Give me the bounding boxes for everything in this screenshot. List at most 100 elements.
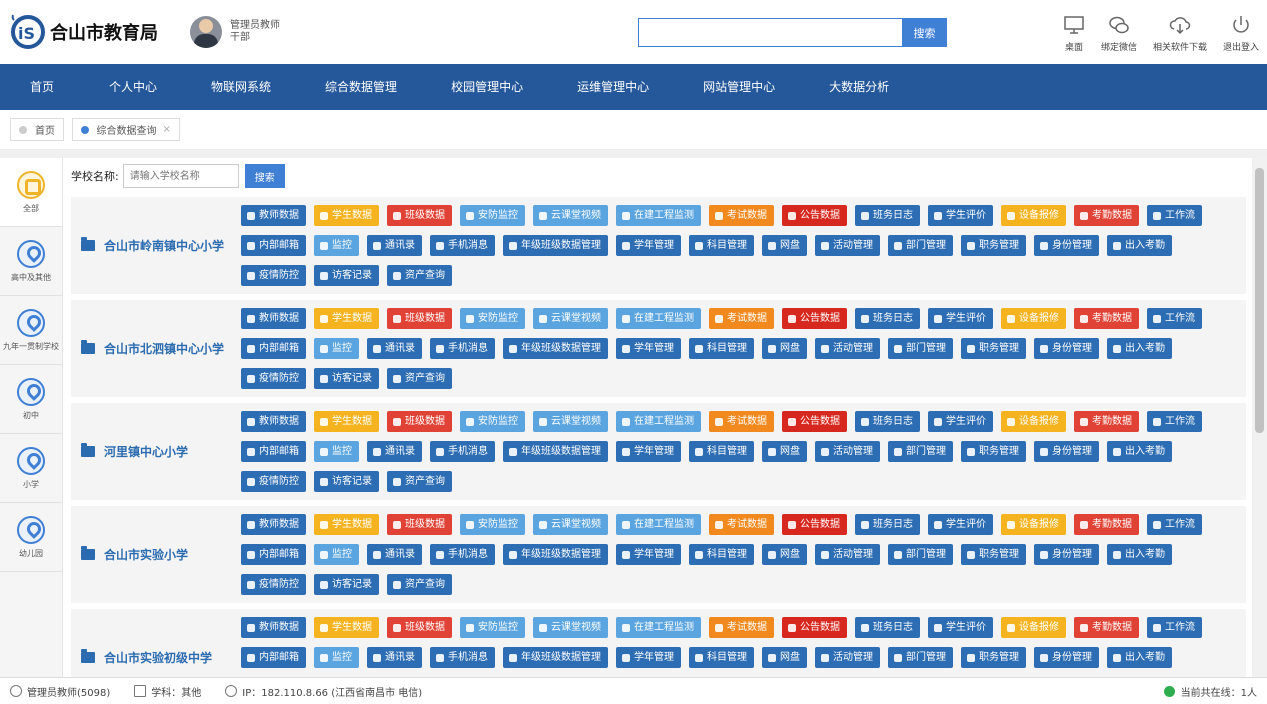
school-name[interactable]: 河里镇中心小学 xyxy=(81,403,188,500)
student-button[interactable]: 学生数据 xyxy=(314,514,379,535)
subject-button[interactable]: 科目管理 xyxy=(689,338,754,359)
asset-button[interactable]: 资产查询 xyxy=(387,574,452,595)
scrollbar-thumb[interactable] xyxy=(1255,168,1264,433)
evaluate-button[interactable]: 学生评价 xyxy=(928,205,993,226)
repair-button[interactable]: 设备报修 xyxy=(1001,514,1066,535)
access-button[interactable]: 出入考勤 xyxy=(1107,441,1172,462)
department-button[interactable]: 部门管理 xyxy=(888,647,953,668)
disk-button[interactable]: 网盘 xyxy=(762,544,807,565)
contacts-button[interactable]: 通讯录 xyxy=(367,441,422,462)
notice-button[interactable]: 公告数据 xyxy=(782,308,847,329)
grade-button[interactable]: 年级班级数据管理 xyxy=(503,235,608,256)
asset-button[interactable]: 资产查询 xyxy=(387,471,452,492)
workflow-button[interactable]: 工作流 xyxy=(1147,205,1202,226)
phone-message-button[interactable]: 手机消息 xyxy=(430,544,495,565)
repair-button[interactable]: 设备报修 xyxy=(1001,205,1066,226)
monitor-button[interactable]: 监控 xyxy=(314,544,359,565)
visitor-button[interactable]: 访客记录 xyxy=(314,368,379,389)
phone-message-button[interactable]: 手机消息 xyxy=(430,647,495,668)
security-button[interactable]: 安防监控 xyxy=(460,308,525,329)
scrollbar[interactable] xyxy=(1252,158,1267,677)
log-button[interactable]: 班务日志 xyxy=(855,205,920,226)
student-button[interactable]: 学生数据 xyxy=(314,411,379,432)
position-button[interactable]: 职务管理 xyxy=(961,235,1026,256)
notice-button[interactable]: 公告数据 xyxy=(782,514,847,535)
attendance-button[interactable]: 考勤数据 xyxy=(1074,411,1139,432)
people-button[interactable]: 教师数据 xyxy=(241,308,306,329)
search-button[interactable]: 搜索 xyxy=(902,18,947,47)
subject-button[interactable]: 科目管理 xyxy=(689,647,754,668)
class-button[interactable]: 班级数据 xyxy=(387,514,452,535)
log-button[interactable]: 班务日志 xyxy=(855,617,920,638)
identity-button[interactable]: 身份管理 xyxy=(1034,441,1099,462)
department-button[interactable]: 部门管理 xyxy=(888,441,953,462)
log-button[interactable]: 班务日志 xyxy=(855,411,920,432)
nav-personal-center[interactable]: 个人中心 xyxy=(82,64,184,110)
activity-button[interactable]: 活动管理 xyxy=(815,441,880,462)
cloud-class-button[interactable]: 云课堂视频 xyxy=(533,617,608,638)
security-button[interactable]: 安防监控 xyxy=(460,411,525,432)
security-button[interactable]: 安防监控 xyxy=(460,617,525,638)
identity-button[interactable]: 身份管理 xyxy=(1034,235,1099,256)
school-name[interactable]: 合山市岭南镇中心小学 xyxy=(81,197,224,294)
access-button[interactable]: 出入考勤 xyxy=(1107,544,1172,565)
security-button[interactable]: 安防监控 xyxy=(460,514,525,535)
evaluate-button[interactable]: 学生评价 xyxy=(928,411,993,432)
disk-button[interactable]: 网盘 xyxy=(762,338,807,359)
contacts-button[interactable]: 通讯录 xyxy=(367,544,422,565)
class-button[interactable]: 班级数据 xyxy=(387,617,452,638)
nav-big-data[interactable]: 大数据分析 xyxy=(802,64,916,110)
contacts-button[interactable]: 通讯录 xyxy=(367,647,422,668)
mail-button[interactable]: 内部邮箱 xyxy=(241,441,306,462)
position-button[interactable]: 职务管理 xyxy=(961,647,1026,668)
sidebar-item-nine-year[interactable]: 九年一贯制学校 xyxy=(0,296,62,365)
attendance-button[interactable]: 考勤数据 xyxy=(1074,514,1139,535)
exam-button[interactable]: 考试数据 xyxy=(709,514,774,535)
repair-button[interactable]: 设备报修 xyxy=(1001,308,1066,329)
disk-button[interactable]: 网盘 xyxy=(762,235,807,256)
contacts-button[interactable]: 通讯录 xyxy=(367,235,422,256)
activity-button[interactable]: 活动管理 xyxy=(815,544,880,565)
school-name[interactable]: 合山市实验初级中学 xyxy=(81,609,212,677)
notice-button[interactable]: 公告数据 xyxy=(782,205,847,226)
close-icon[interactable]: × xyxy=(163,124,171,135)
disk-button[interactable]: 网盘 xyxy=(762,441,807,462)
subject-button[interactable]: 科目管理 xyxy=(689,544,754,565)
visitor-button[interactable]: 访客记录 xyxy=(314,265,379,286)
nav-home[interactable]: 首页 xyxy=(0,64,82,110)
sidebar-item-all[interactable]: 全部 xyxy=(0,158,62,227)
phone-message-button[interactable]: 手机消息 xyxy=(430,235,495,256)
bind-wechat-button[interactable]: 绑定微信 xyxy=(1101,14,1137,53)
notice-button[interactable]: 公告数据 xyxy=(782,411,847,432)
construction-button[interactable]: 在建工程监测 xyxy=(616,205,701,226)
sidebar-item-primary-school[interactable]: 小学 xyxy=(0,434,62,503)
contacts-button[interactable]: 通讯录 xyxy=(367,338,422,359)
cloud-class-button[interactable]: 云课堂视频 xyxy=(533,411,608,432)
disk-button[interactable]: 网盘 xyxy=(762,647,807,668)
grade-button[interactable]: 年级班级数据管理 xyxy=(503,647,608,668)
desktop-button[interactable]: 桌面 xyxy=(1063,14,1085,53)
department-button[interactable]: 部门管理 xyxy=(888,544,953,565)
school-name[interactable]: 合山市北泗镇中心小学 xyxy=(81,300,224,397)
monitor-button[interactable]: 监控 xyxy=(314,338,359,359)
student-button[interactable]: 学生数据 xyxy=(314,205,379,226)
grade-button[interactable]: 年级班级数据管理 xyxy=(503,441,608,462)
identity-button[interactable]: 身份管理 xyxy=(1034,544,1099,565)
year-button[interactable]: 学年管理 xyxy=(616,647,681,668)
school-name[interactable]: 合山市实验小学 xyxy=(81,506,188,603)
download-button[interactable]: 相关软件下载 xyxy=(1153,14,1207,53)
epidemic-button[interactable]: 疫情防控 xyxy=(241,574,306,595)
class-button[interactable]: 班级数据 xyxy=(387,205,452,226)
construction-button[interactable]: 在建工程监测 xyxy=(616,308,701,329)
phone-message-button[interactable]: 手机消息 xyxy=(430,441,495,462)
asset-button[interactable]: 资产查询 xyxy=(387,368,452,389)
nav-campus-center[interactable]: 校园管理中心 xyxy=(424,64,550,110)
nav-iot-system[interactable]: 物联网系统 xyxy=(184,64,298,110)
exam-button[interactable]: 考试数据 xyxy=(709,205,774,226)
log-button[interactable]: 班务日志 xyxy=(855,514,920,535)
people-button[interactable]: 教师数据 xyxy=(241,617,306,638)
cloud-class-button[interactable]: 云课堂视频 xyxy=(533,308,608,329)
search-input[interactable] xyxy=(638,18,902,47)
evaluate-button[interactable]: 学生评价 xyxy=(928,514,993,535)
nav-data-management[interactable]: 综合数据管理 xyxy=(298,64,424,110)
